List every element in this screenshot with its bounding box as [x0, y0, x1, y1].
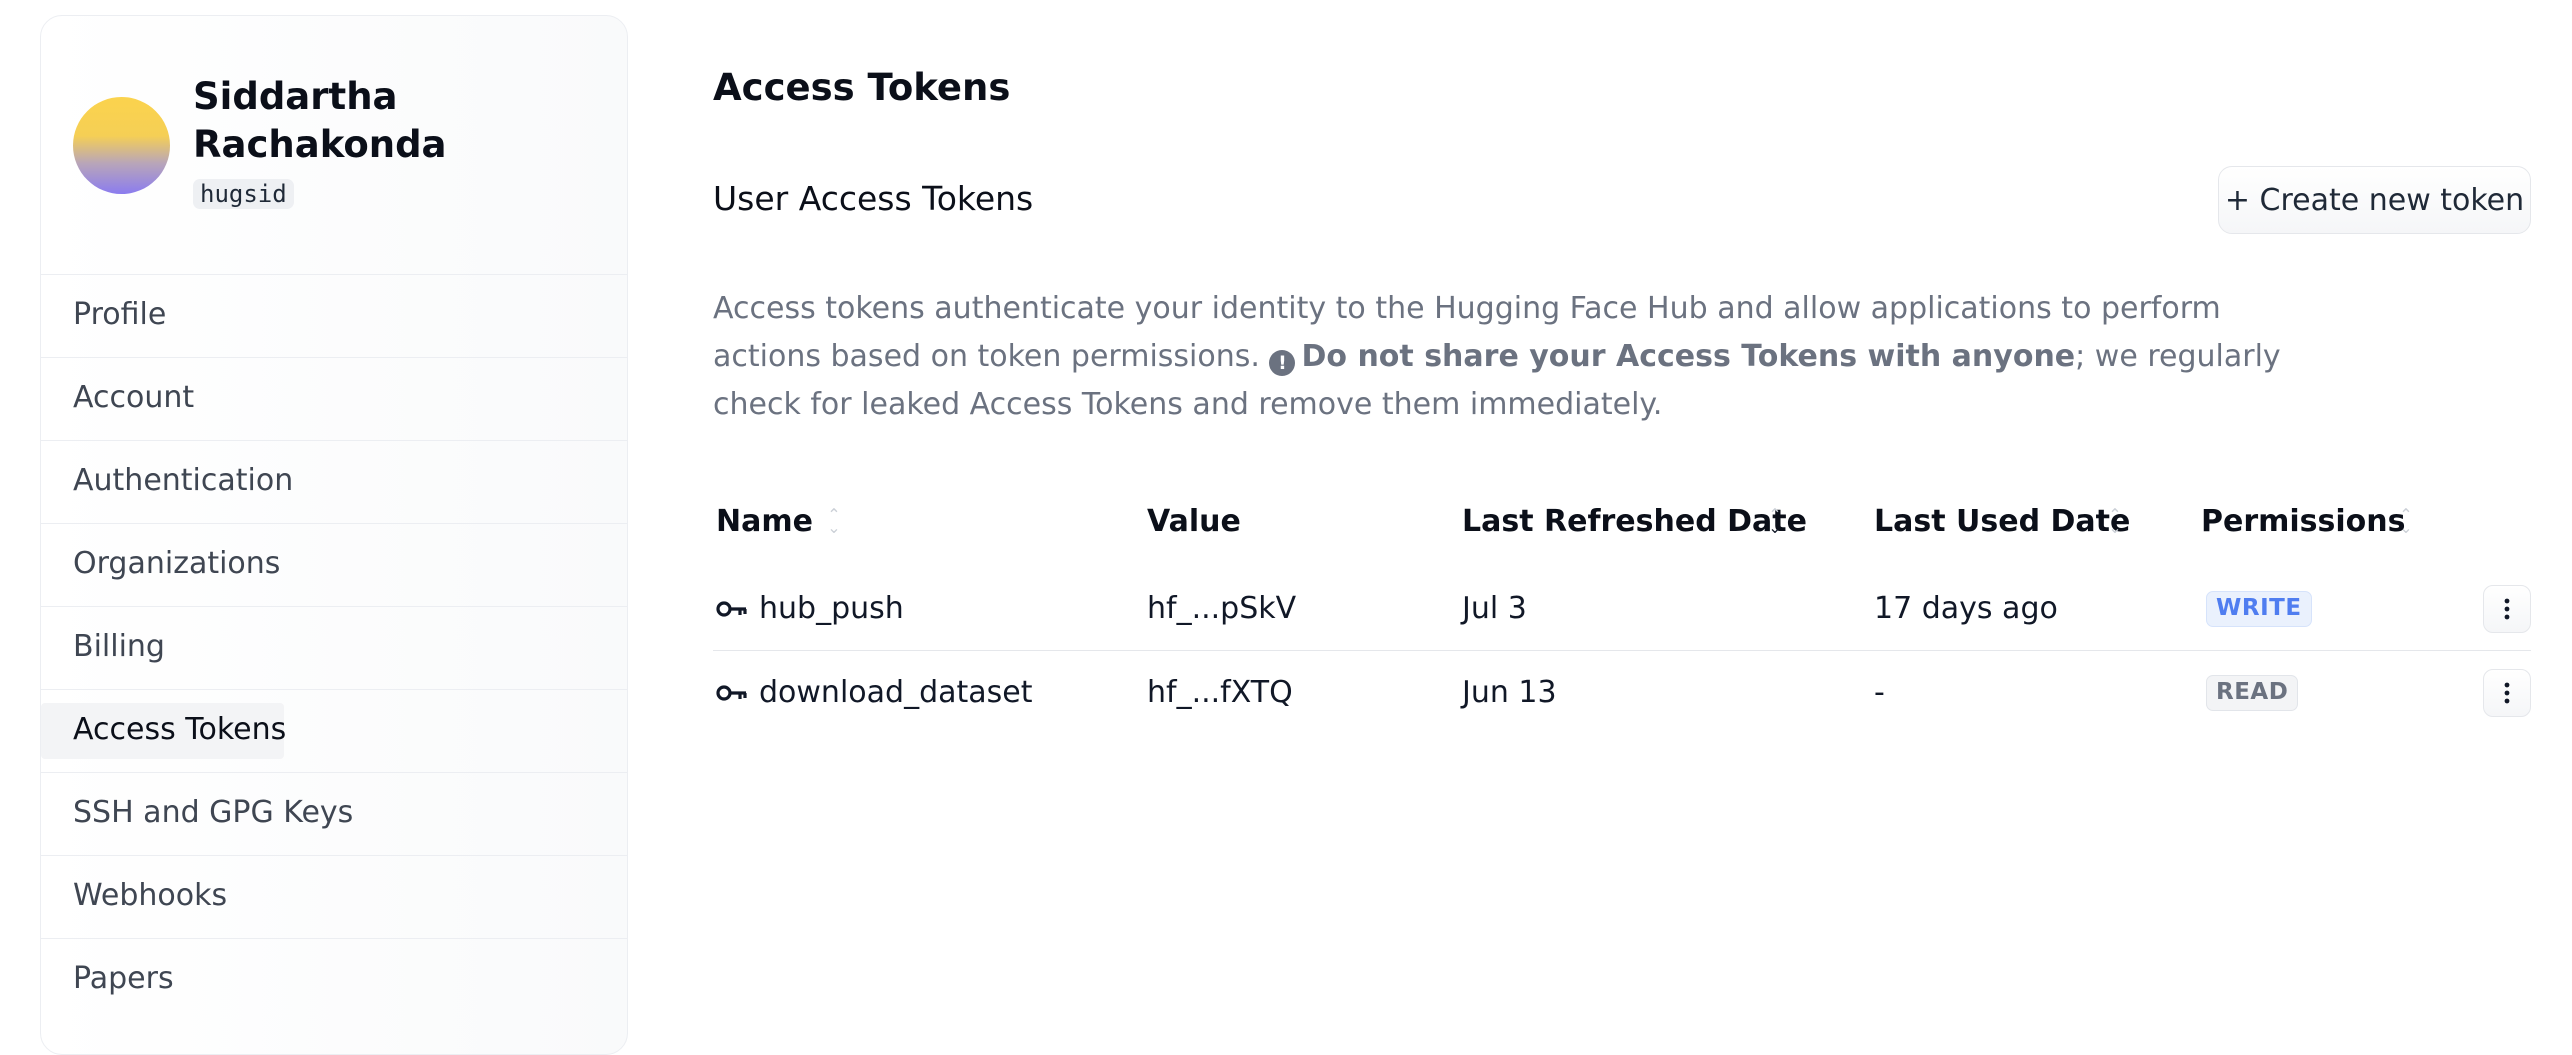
table-row: hub_push hf_...pSkV Jul 3 17 days ago WR…: [713, 567, 2531, 651]
column-header-last-refreshed[interactable]: Last Refreshed Date: [1462, 502, 1807, 542]
sidebar-item-authentication[interactable]: Authentication: [41, 440, 627, 523]
kebab-menu-icon: [2504, 682, 2510, 704]
sidebar-item-label: Billing: [73, 629, 165, 664]
sidebar-item-access-tokens[interactable]: Access Tokens: [41, 689, 627, 772]
token-last-used: 17 days ago: [1874, 591, 2058, 626]
token-menu-button[interactable]: [2483, 669, 2531, 717]
permission-badge: READ: [2206, 675, 2299, 711]
sort-icon[interactable]: ⌃ ⌄: [2106, 507, 2124, 536]
kebab-menu-icon: [2504, 598, 2510, 620]
token-menu-button[interactable]: [2483, 585, 2531, 633]
token-refreshed-date: Jul 3: [1462, 591, 1527, 626]
token-last-used: -: [1874, 675, 1885, 710]
column-header-permissions[interactable]: Permissions: [2201, 502, 2406, 542]
page-title: Access Tokens: [713, 66, 1011, 109]
sort-icon[interactable]: ⌃ ⌄: [825, 507, 843, 536]
settings-sidebar: Siddartha Rachakonda hugsid Profile Acco…: [40, 15, 628, 1055]
section-title: User Access Tokens: [713, 179, 1034, 218]
column-header-name[interactable]: Name: [716, 502, 813, 542]
token-refreshed-date: Jun 13: [1462, 675, 1557, 710]
create-new-token-button[interactable]: + Create new token: [2218, 166, 2531, 234]
sidebar-item-webhooks[interactable]: Webhooks: [41, 855, 627, 938]
key-icon: [716, 685, 747, 701]
token-value: hf_...fXTQ: [1147, 675, 1293, 710]
sidebar-item-papers[interactable]: Papers: [41, 938, 627, 1021]
sidebar-item-organizations[interactable]: Organizations: [41, 523, 627, 606]
description-warning: Do not share your Access Tokens with any…: [1301, 339, 2076, 374]
sidebar-item-billing[interactable]: Billing: [41, 606, 627, 689]
token-name: download_dataset: [759, 675, 1033, 710]
user-handle: hugsid: [193, 179, 294, 209]
sort-icon[interactable]: ⌃ ⌄: [1766, 507, 1784, 536]
user-name-line1: Siddartha: [193, 75, 398, 118]
column-header-last-used[interactable]: Last Used Date: [1874, 502, 2130, 542]
sidebar-item-label: Webhooks: [73, 878, 228, 913]
sidebar-item-account[interactable]: Account: [41, 357, 627, 440]
sidebar-item-label: Account: [73, 380, 195, 415]
sort-icon[interactable]: ⌃ ⌄: [2397, 507, 2415, 536]
sidebar-item-label: Organizations: [73, 546, 281, 581]
user-name-line2: Rachakonda: [193, 123, 447, 166]
sidebar-item-ssh-gpg-keys[interactable]: SSH and GPG Keys: [41, 772, 627, 855]
token-name: hub_push: [759, 591, 904, 626]
table-row: download_dataset hf_...fXTQ Jun 13 - REA…: [713, 651, 2531, 735]
user-profile-card: Siddartha Rachakonda hugsid: [41, 16, 627, 274]
exclamation-circle-icon: !: [1269, 350, 1296, 376]
sidebar-item-label: SSH and GPG Keys: [73, 795, 354, 830]
sidebar-item-label: Authentication: [73, 463, 294, 498]
tokens-description: Access tokens authenticate your identity…: [713, 285, 2333, 429]
user-full-name: Siddartha Rachakonda: [193, 73, 447, 169]
column-header-value: Value: [1147, 504, 1241, 539]
sidebar-item-profile[interactable]: Profile: [41, 274, 627, 357]
permission-badge: WRITE: [2206, 591, 2312, 627]
sidebar-item-label: Access Tokens: [73, 712, 287, 747]
sidebar-item-label: Papers: [73, 961, 174, 996]
token-value: hf_...pSkV: [1147, 591, 1297, 626]
key-icon: [716, 601, 747, 617]
sidebar-item-label: Profile: [73, 297, 167, 332]
avatar: [73, 97, 170, 194]
